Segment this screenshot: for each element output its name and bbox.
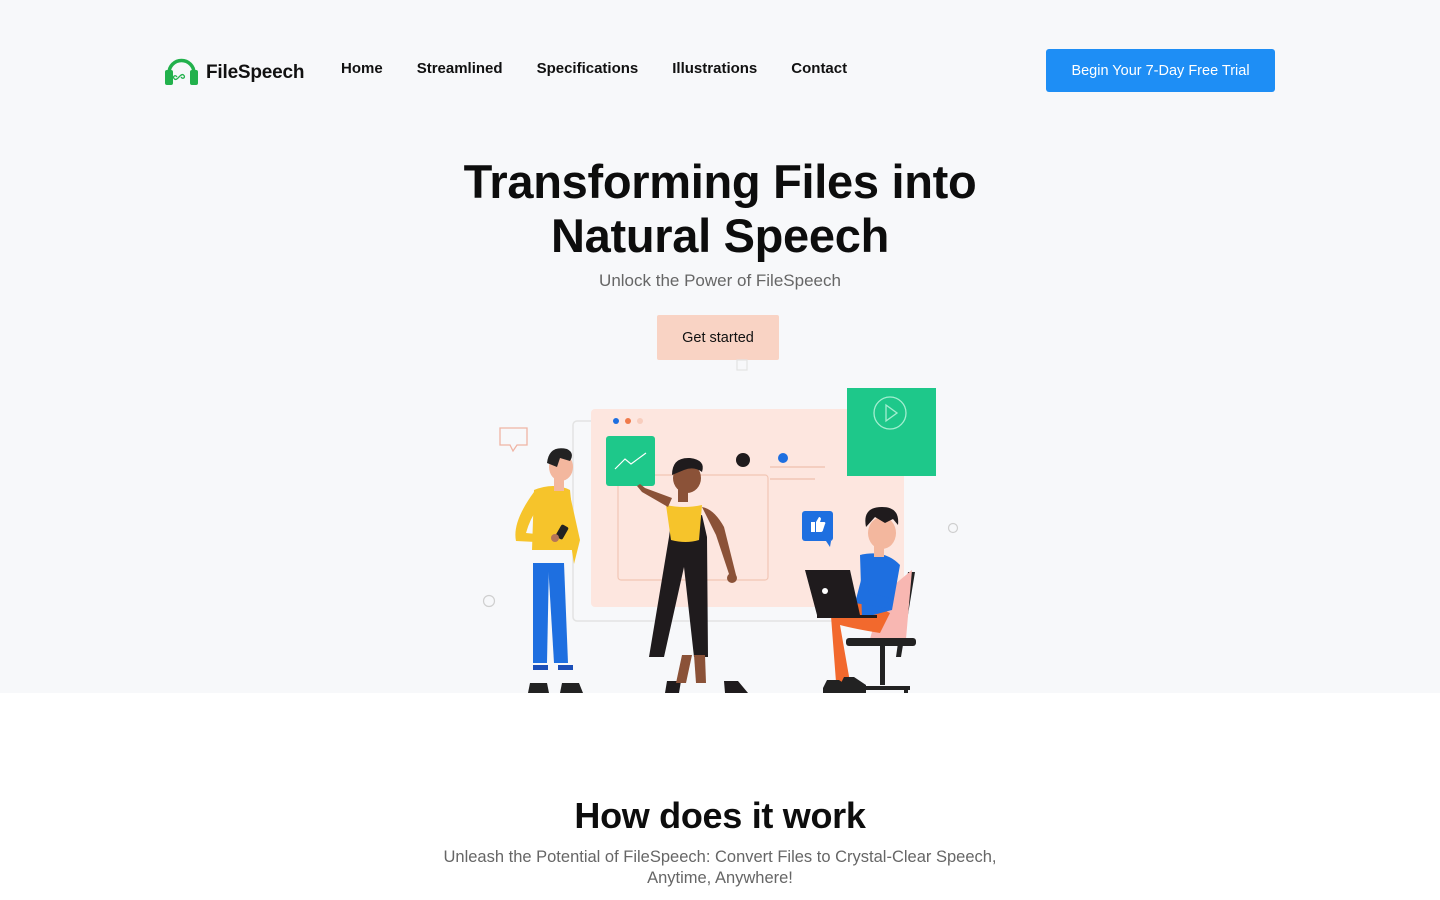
nav-link-home[interactable]: Home xyxy=(341,60,383,77)
play-icon xyxy=(847,388,936,476)
nav-link-specifications[interactable]: Specifications xyxy=(537,60,639,77)
hero-illustration xyxy=(470,355,970,693)
trend-chart-icon xyxy=(606,436,655,486)
get-started-button[interactable]: Get started xyxy=(657,315,779,360)
how-subtitle-line-1: Unleash the Potential of FileSpeech: Con… xyxy=(443,848,997,866)
brand-name: FileSpeech xyxy=(206,61,305,83)
hero-title-line-1: Transforming Files into xyxy=(463,155,977,208)
hero-title-line-2: Natural Speech xyxy=(551,209,889,262)
hero-title: Transforming Files into Natural Speech xyxy=(420,155,1020,263)
how-subtitle-line-2: Anytime, Anywhere! xyxy=(647,869,793,887)
headphones-infinity-icon xyxy=(163,53,200,92)
how-it-works-subtitle: Unleash the Potential of FileSpeech: Con… xyxy=(420,847,1020,889)
how-it-works-title: How does it work xyxy=(574,795,866,836)
nav-link-contact[interactable]: Contact xyxy=(791,60,847,77)
hero-subtitle: Unlock the Power of FileSpeech xyxy=(599,271,841,290)
hero-section: FileSpeech Home Streamlined Specificatio… xyxy=(0,0,1440,693)
free-trial-button[interactable]: Begin Your 7-Day Free Trial xyxy=(1046,49,1275,92)
speech-bubble-icon xyxy=(499,427,528,453)
nav-link-streamlined[interactable]: Streamlined xyxy=(417,60,503,77)
brand-logo[interactable]: FileSpeech xyxy=(163,53,305,92)
top-navigation: FileSpeech Home Streamlined Specificatio… xyxy=(0,0,1440,140)
nav-link-illustrations[interactable]: Illustrations xyxy=(672,60,757,77)
nav-links: Home Streamlined Specifications Illustra… xyxy=(341,60,847,77)
